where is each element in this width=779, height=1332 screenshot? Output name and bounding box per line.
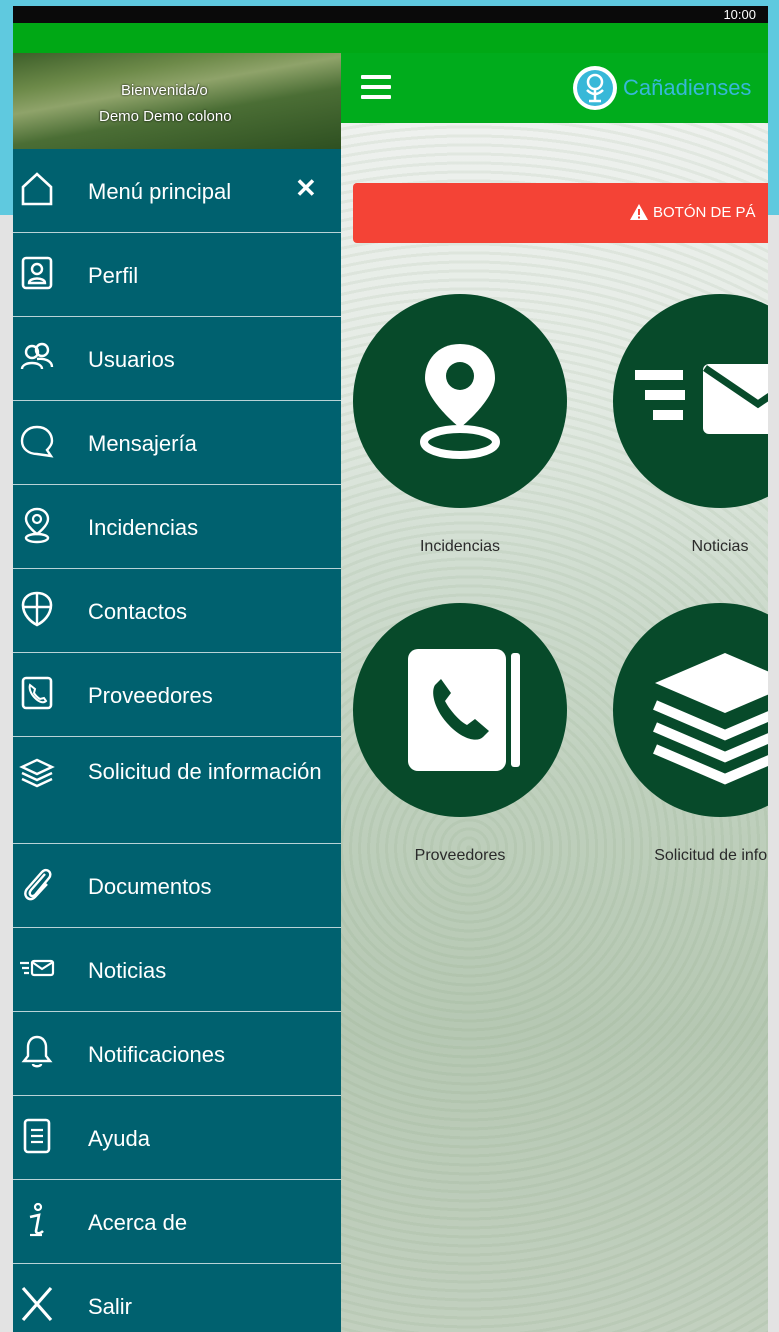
drawer-item-ayuda[interactable]: Ayuda [13,1096,341,1180]
info-icon [19,1200,55,1240]
tile-label: Solicitud de inform [654,847,768,864]
drawer-header: Bienvenida/o Demo Demo colono [13,53,341,149]
shield-icon [19,589,55,629]
drawer-item-contactos[interactable]: Contactos [13,569,341,653]
device-frame-right [768,215,779,1332]
drawer-item-label: Noticias [88,958,167,983]
drawer-item-label: Salir [88,1294,133,1319]
document-icon [19,1116,55,1156]
drawer-item-label: Mensajería [88,431,197,456]
tree-logo-icon [573,66,617,110]
tile-label: Proveedores [414,847,506,864]
home-icon [19,169,55,209]
location-pin-icon [19,505,55,545]
drawer-item-mensajeria[interactable]: Mensajería [13,401,341,485]
profile-icon [19,253,55,293]
drawer-item-label: Acerca de [88,1210,188,1235]
drawer-item-label: Ayuda [88,1126,150,1151]
tile-label: Incidencias [419,538,501,555]
device-frame-right-top [768,0,779,160]
drawer-item-label: Contactos [88,599,188,624]
users-icon [19,337,55,377]
panic-button[interactable]: BOTÓN DE PÁ [353,183,768,243]
drawer-item-notificaciones[interactable]: Notificaciones [13,1012,341,1096]
drawer-item-label: Documentos [88,874,212,899]
drawer-item-salir[interactable]: Salir [13,1264,341,1332]
drawer-item-label: Perfil [88,263,139,288]
layers-icon [653,653,768,785]
greeting-text: Bienvenida/o [121,82,208,99]
news-envelope-icon [19,948,55,988]
phone-book-icon [408,649,520,771]
app-bar: Cañadienses [341,53,768,123]
drawer-item-perfil[interactable]: Perfil [13,233,341,317]
phone-screen: 10:00 Cañadienses BOTÓN DE PÁ Incidencia… [13,6,768,1332]
close-icon [19,1284,55,1324]
drawer-item-incidencias[interactable]: Incidencias [13,485,341,569]
navigation-drawer: Bienvenida/o Demo Demo colono Menú princ… [13,53,341,1332]
drawer-item-acerca-de[interactable]: Acerca de [13,1180,341,1264]
drawer-item-label: Proveedores [88,683,213,708]
drawer-item-noticias[interactable]: Noticias [13,928,341,1012]
location-pin-icon [420,344,500,459]
status-time: 10:00 [723,7,756,22]
phone-book-icon [19,673,55,713]
user-name: Demo Demo colono [99,108,232,125]
drawer-menu: Menú principal ✕ Perfil Usuarios Mensaje… [13,149,341,1332]
hamburger-icon[interactable] [361,75,391,101]
close-drawer-button[interactable]: ✕ [295,173,317,204]
drawer-item-label: Usuarios [88,347,175,372]
brand-logo: Cañadienses [573,63,751,113]
bell-icon [19,1032,55,1072]
top-green-band [13,23,768,53]
tile-incidencias[interactable]: Incidencias [353,294,567,555]
drawer-item-solicitud-informacion[interactable]: Solicitud de información [13,737,341,844]
paperclip-icon [19,864,55,904]
tile-solicitud-informacion[interactable]: Solicitud de inform [613,603,768,864]
warning-icon [630,204,648,220]
drawer-item-label: Incidencias [88,515,199,540]
brand-name: Cañadienses [623,75,752,100]
drawer-item-label: Solicitud de información [88,759,322,784]
tile-noticias[interactable]: Noticias [613,294,768,555]
main-content: Cañadienses BOTÓN DE PÁ Incidencias Noti… [341,53,768,1332]
layers-icon [19,755,55,795]
drawer-item-label: Menú principal [88,179,232,204]
device-frame-left [0,215,13,1332]
chat-icon [19,421,55,461]
drawer-item-usuarios[interactable]: Usuarios [13,317,341,401]
drawer-item-proveedores[interactable]: Proveedores [13,653,341,737]
tile-label: Noticias [691,538,749,555]
drawer-item-label: Notificaciones [88,1042,225,1067]
tile-proveedores[interactable]: Proveedores [353,603,567,864]
drawer-item-documentos[interactable]: Documentos [13,844,341,928]
news-envelope-icon [635,364,768,434]
status-bar: 10:00 [13,6,768,23]
drawer-item-menu-principal[interactable]: Menú principal ✕ [13,149,341,233]
panic-button-label: BOTÓN DE PÁ [653,203,756,221]
